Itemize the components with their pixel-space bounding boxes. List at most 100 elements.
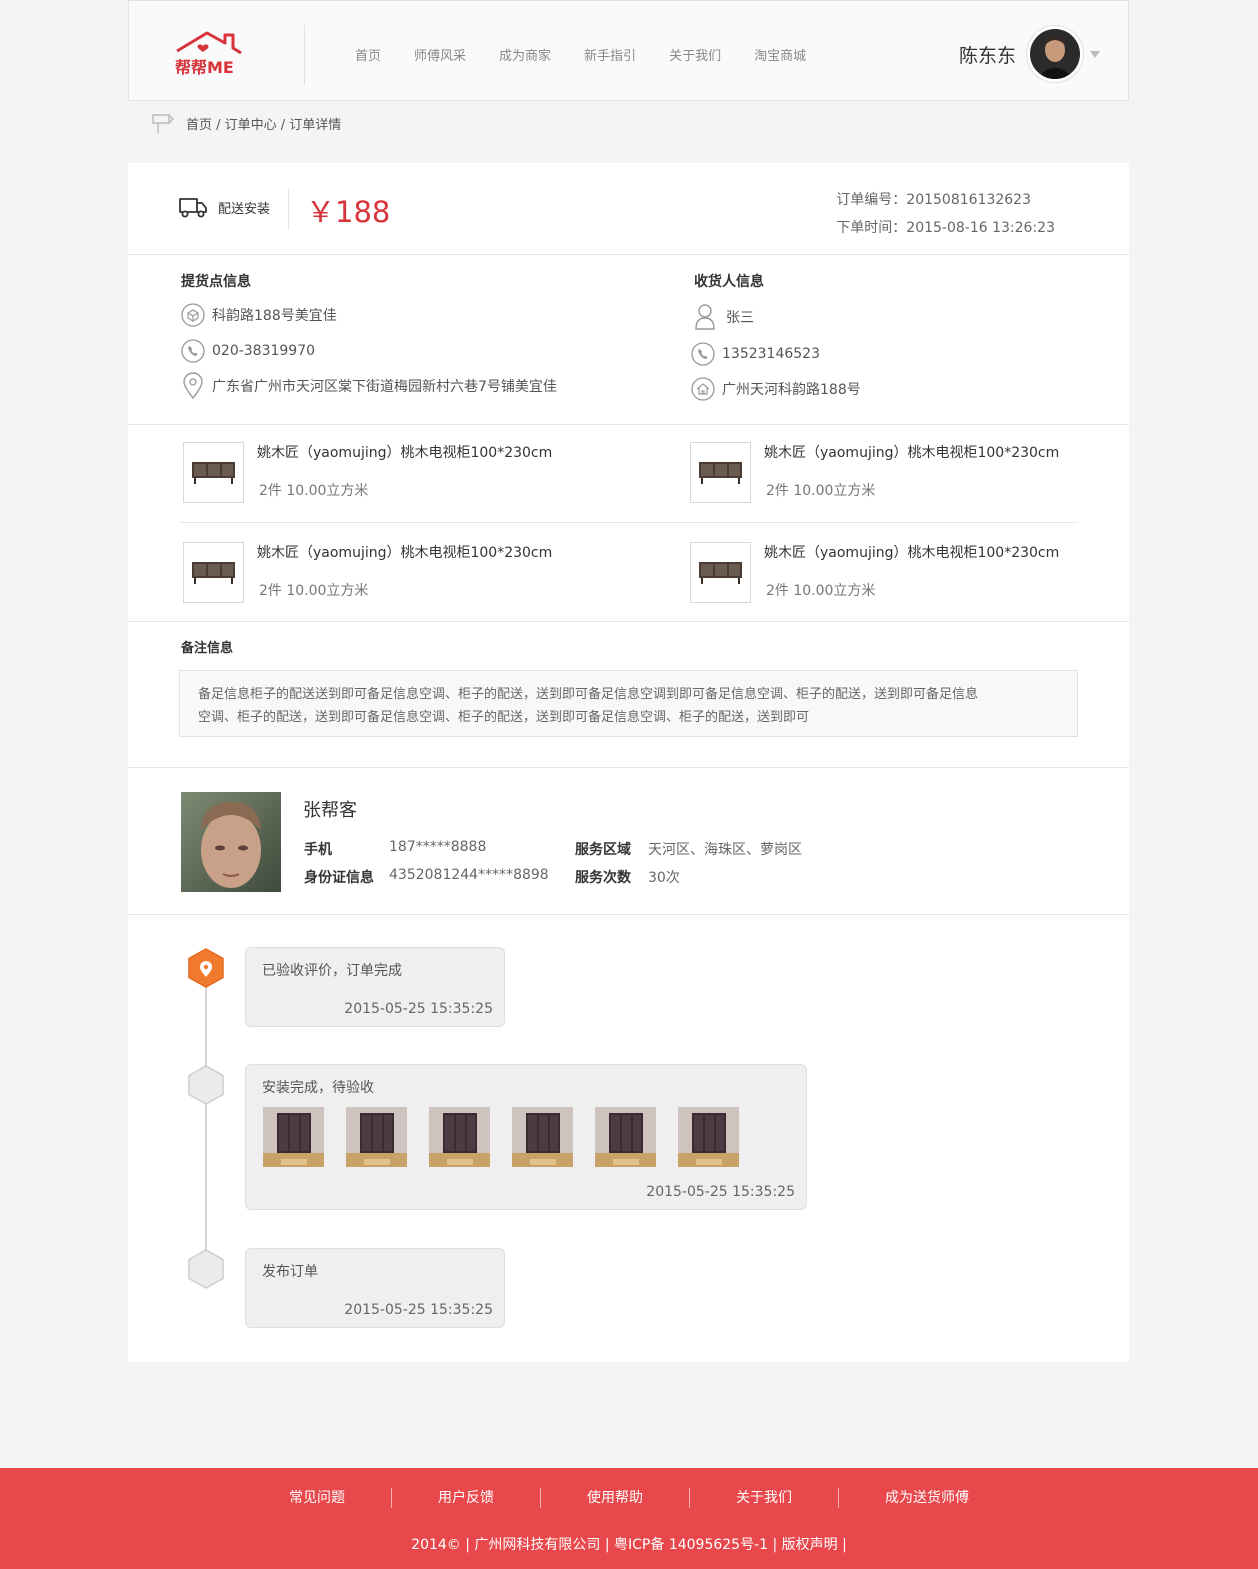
install-photo[interactable] bbox=[429, 1107, 490, 1167]
chevron-down-icon[interactable] bbox=[1090, 50, 1100, 58]
timeline-text: 已验收评价，订单完成 bbox=[262, 963, 402, 979]
worker-phone-label: 手机 bbox=[304, 842, 332, 858]
product-item[interactable]: 姚木匠（yaomujing）桃木电视柜100*230cm 2件 10.00立方米 bbox=[183, 542, 603, 604]
product-item[interactable]: 姚木匠（yaomujing）桃木电视柜100*230cm 2件 10.00立方米 bbox=[690, 442, 1110, 504]
timeline-node-icon bbox=[188, 1249, 224, 1289]
user-name[interactable]: 陈东东 bbox=[959, 41, 1016, 68]
timeline-time: 2015-05-25 15:35:25 bbox=[646, 1184, 795, 1200]
phone-icon bbox=[690, 341, 716, 367]
nav-about[interactable]: 关于我们 bbox=[669, 45, 721, 64]
worker-count-label: 服务次数 bbox=[575, 870, 631, 886]
install-photos bbox=[263, 1107, 761, 1167]
footer-link-faq[interactable]: 常见问题 bbox=[243, 1488, 392, 1508]
install-photo[interactable] bbox=[512, 1107, 573, 1167]
user-avatar[interactable] bbox=[1026, 25, 1084, 83]
worker-id: 4352081244*****8898 bbox=[389, 867, 549, 883]
timeline-text: 安装完成，待验收 bbox=[262, 1080, 374, 1096]
order-time: 下单时间：2015-08-16 13:26:23 bbox=[836, 220, 1055, 236]
nav-masters[interactable]: 师傅风采 bbox=[414, 45, 466, 64]
service-type-label: 配送安装 bbox=[218, 201, 271, 217]
pickup-address-text: 广东省广州市天河区棠下街道梅园新村六巷7号铺美宜佳 bbox=[212, 379, 557, 395]
footer-link-about[interactable]: 关于我们 bbox=[690, 1488, 839, 1508]
timeline-node-icon bbox=[188, 1065, 224, 1105]
remark-title: 备注信息 bbox=[181, 641, 234, 656]
timeline-time: 2015-05-25 15:35:25 bbox=[344, 1001, 493, 1017]
worker-photo bbox=[181, 792, 281, 892]
product-thumbnail[interactable] bbox=[183, 442, 244, 503]
person-icon bbox=[690, 304, 720, 330]
receiver-name: 张三 bbox=[690, 304, 754, 330]
pickup-store-text: 科韵路188号美宜佳 bbox=[212, 308, 337, 324]
location-pin-icon bbox=[188, 948, 224, 988]
receiver-phone: 13523146523 bbox=[690, 341, 820, 367]
product-quantity: 2件 10.00立方米 bbox=[766, 483, 876, 499]
worker-name: 张帮客 bbox=[303, 800, 357, 821]
footer-link-feedback[interactable]: 用户反馈 bbox=[392, 1488, 541, 1508]
order-detail-card: 配送安装 ￥188 订单编号：20150816132623 下单时间：2015-… bbox=[128, 163, 1129, 1362]
signpost-icon bbox=[152, 114, 175, 133]
nav-become-merchant[interactable]: 成为商家 bbox=[499, 45, 551, 64]
product-thumbnail[interactable] bbox=[183, 542, 244, 603]
install-photo[interactable] bbox=[678, 1107, 739, 1167]
main-nav: 首页 师傅风采 成为商家 新手指引 关于我们 淘宝商城 bbox=[355, 45, 839, 64]
footer-link-help[interactable]: 使用帮助 bbox=[541, 1488, 690, 1508]
header-divider bbox=[304, 25, 305, 85]
product-name[interactable]: 姚木匠（yaomujing）桃木电视柜100*230cm bbox=[764, 542, 1059, 562]
pickup-address: 广东省广州市天河区棠下街道梅园新村六巷7号铺美宜佳 bbox=[180, 372, 557, 400]
timeline-line bbox=[205, 973, 207, 1283]
footer-links: 常见问题 用户反馈 使用帮助 关于我们 成为送货师傅 bbox=[0, 1488, 1258, 1508]
product-item[interactable]: 姚木匠（yaomujing）桃木电视柜100*230cm 2件 10.00立方米 bbox=[183, 442, 603, 504]
summary-divider bbox=[288, 188, 289, 230]
receiver-address-text: 广州天河科韵路188号 bbox=[722, 382, 861, 398]
timeline-event-published: 发布订单 2015-05-25 15:35:25 bbox=[245, 1248, 505, 1328]
home-icon bbox=[690, 376, 716, 402]
pickup-store: 科韵路188号美宜佳 bbox=[180, 302, 337, 328]
store-icon bbox=[180, 302, 206, 328]
order-meta: 订单编号：20150816132623 下单时间：2015-08-16 13:2… bbox=[836, 186, 1055, 242]
timeline-event-completed: 已验收评价，订单完成 2015-05-25 15:35:25 bbox=[245, 947, 505, 1027]
user-menu[interactable]: 陈东东 bbox=[959, 25, 1100, 83]
product-quantity: 2件 10.00立方米 bbox=[259, 483, 369, 499]
product-thumbnail[interactable] bbox=[690, 542, 751, 603]
site-header: 帮帮ME 首页 师傅风采 成为商家 新手指引 关于我们 淘宝商城 陈东东 bbox=[128, 0, 1129, 101]
product-divider bbox=[179, 522, 1078, 523]
install-photo[interactable] bbox=[595, 1107, 656, 1167]
receiver-phone-text: 13523146523 bbox=[722, 346, 820, 362]
site-footer: 常见问题 用户反馈 使用帮助 关于我们 成为送货师傅 2014© | 广州网科技… bbox=[0, 1468, 1258, 1569]
section-divider bbox=[128, 767, 1129, 768]
worker-area: 天河区、海珠区、萝岗区 bbox=[648, 842, 802, 858]
receiver-title: 收货人信息 bbox=[694, 274, 764, 290]
order-number: 订单编号：20150816132623 bbox=[836, 192, 1031, 208]
pickup-phone-text: 020-38319970 bbox=[212, 343, 316, 359]
section-divider bbox=[128, 254, 1129, 255]
product-name[interactable]: 姚木匠（yaomujing）桃木电视柜100*230cm bbox=[257, 442, 552, 462]
remark-box: 备足信息柜子的配送送到即可备足信息空调、柜子的配送，送到即可备足信息空调到即可备… bbox=[179, 670, 1078, 737]
receiver-name-text: 张三 bbox=[726, 310, 754, 326]
section-divider bbox=[128, 621, 1129, 622]
product-thumbnail[interactable] bbox=[690, 442, 751, 503]
worker-phone: 187*****8888 bbox=[389, 839, 487, 855]
timeline-event-installed: 安装完成，待验收 2015-05-25 15:35:25 bbox=[245, 1064, 807, 1210]
pickup-phone: 020-38319970 bbox=[180, 338, 315, 364]
site-logo[interactable]: 帮帮ME bbox=[173, 29, 245, 77]
logo-text: 帮帮ME bbox=[175, 58, 234, 77]
phone-icon bbox=[180, 338, 206, 364]
worker-count: 30次 bbox=[648, 870, 680, 886]
product-quantity: 2件 10.00立方米 bbox=[259, 583, 369, 599]
nav-home[interactable]: 首页 bbox=[355, 45, 381, 64]
pickup-title: 提货点信息 bbox=[181, 274, 251, 290]
product-item[interactable]: 姚木匠（yaomujing）桃木电视柜100*230cm 2件 10.00立方米 bbox=[690, 542, 1110, 604]
location-pin-icon bbox=[180, 372, 206, 400]
footer-link-become-driver[interactable]: 成为送货师傅 bbox=[839, 1488, 1015, 1508]
product-quantity: 2件 10.00立方米 bbox=[766, 583, 876, 599]
copyright: 2014© | 广州网科技有限公司 | 粤ICP备 14095625号-1 | … bbox=[411, 1537, 847, 1553]
product-name[interactable]: 姚木匠（yaomujing）桃木电视柜100*230cm bbox=[257, 542, 552, 562]
breadcrumb-text[interactable]: 首页 / 订单中心 / 订单详情 bbox=[186, 114, 341, 133]
install-photo[interactable] bbox=[263, 1107, 324, 1167]
nav-taobao[interactable]: 淘宝商城 bbox=[754, 45, 806, 64]
timeline-text: 发布订单 bbox=[262, 1264, 318, 1280]
product-name[interactable]: 姚木匠（yaomujing）桃木电视柜100*230cm bbox=[764, 442, 1059, 462]
install-photo[interactable] bbox=[346, 1107, 407, 1167]
worker-id-label: 身份证信息 bbox=[304, 870, 374, 886]
nav-guide[interactable]: 新手指引 bbox=[584, 45, 636, 64]
